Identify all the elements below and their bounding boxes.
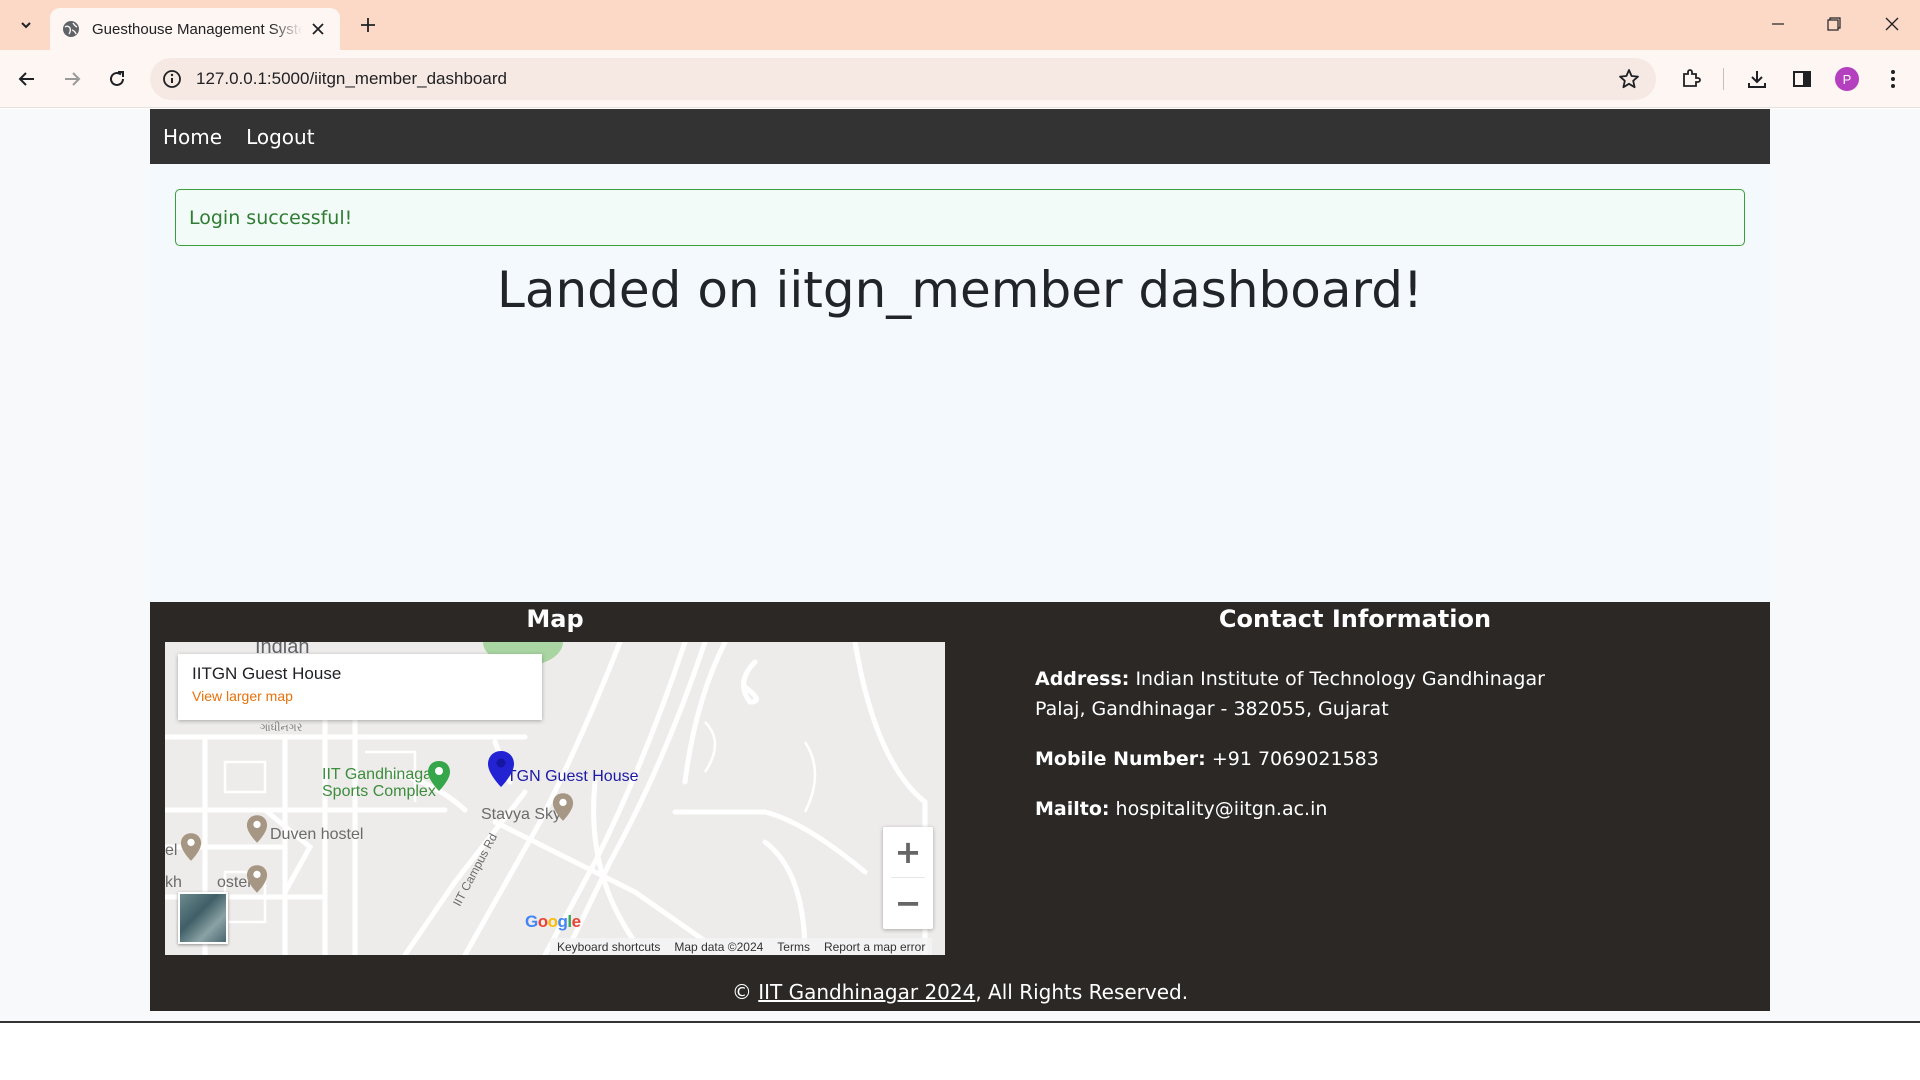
address-bar[interactable]: 127.0.0.1:5000/iitgn_member_dashboard: [150, 58, 1656, 100]
side-panel-icon[interactable]: [1786, 63, 1818, 95]
map-label-stavya[interactable]: Stavya Sky: [481, 806, 561, 824]
mailto-block: Mailto: hospitality@iitgn.ac.in: [1035, 794, 1545, 824]
satellite-toggle[interactable]: [178, 892, 228, 944]
contact-details: Address: Indian Institute of Technology …: [1035, 664, 1545, 844]
page-viewport: Home Logout Login successful! Landed on …: [0, 109, 1920, 1021]
close-icon[interactable]: [308, 19, 328, 39]
google-logo: Google: [525, 912, 581, 931]
view-larger-map-link[interactable]: View larger map: [192, 688, 528, 704]
mobile-block: Mobile Number: +91 7069021583: [1035, 744, 1545, 774]
terms-link[interactable]: Terms: [777, 940, 810, 954]
map-pin-hostel-icon[interactable]: [180, 832, 202, 862]
mailto-value[interactable]: hospitality@iitgn.ac.in: [1116, 798, 1328, 820]
map-label-duven[interactable]: Duven hostel: [270, 826, 363, 844]
address-line2: Palaj, Gandhinagar - 382055, Gujarat: [1035, 698, 1389, 720]
page-container: Home Logout Login successful! Landed on …: [150, 109, 1770, 1011]
tab-search-icon[interactable]: [10, 9, 42, 41]
embedded-map[interactable]: Indian ગાંધીનગર IIT Gandhinagar Sports Co…: [165, 642, 945, 955]
extensions-icon[interactable]: [1675, 63, 1707, 95]
address-label: Address:: [1035, 668, 1130, 690]
browser-toolbar: 127.0.0.1:5000/iitgn_member_dashboard P: [0, 50, 1920, 108]
map-label-sports-complex: IIT Gandhinagar Sports Complex: [322, 766, 437, 800]
page-bottom-border: [0, 1021, 1920, 1023]
map-data-text: Map data ©2024: [674, 939, 764, 954]
map-heading: Map: [526, 605, 584, 633]
page-title: Landed on iitgn_member dashboard!: [497, 261, 1423, 319]
map-pin-guest-house-icon[interactable]: [487, 750, 515, 788]
success-alert: Login successful!: [175, 189, 1745, 246]
avatar[interactable]: P: [1835, 67, 1859, 91]
copyright-text: , All Rights Reserved.: [975, 980, 1189, 1004]
report-error-link[interactable]: Report a map error: [824, 940, 925, 954]
kebab-menu-icon[interactable]: [1877, 63, 1909, 95]
restore-icon[interactable]: [1814, 8, 1854, 40]
top-navbar: Home Logout: [150, 109, 1770, 164]
browser-tab[interactable]: Guesthouse Management System: [50, 8, 340, 50]
map-zoom-control: + −: [883, 827, 933, 929]
back-icon[interactable]: [11, 63, 43, 95]
footer-contact-column: Contact Information Address: Indian Inst…: [960, 602, 1750, 820]
star-icon[interactable]: [1618, 68, 1640, 90]
map-pin-sports-icon[interactable]: [427, 760, 451, 792]
minimize-icon[interactable]: [1758, 8, 1798, 40]
site-info-icon[interactable]: [162, 69, 182, 89]
profile-avatar[interactable]: P: [1831, 63, 1863, 95]
globe-icon: [63, 21, 79, 37]
copyright-link[interactable]: IIT Gandhinagar 2024: [758, 980, 975, 1004]
browser-tab-strip: Guesthouse Management System: [0, 0, 1920, 50]
contact-heading: Contact Information: [1218, 605, 1492, 633]
nav-logout-link[interactable]: Logout: [246, 125, 314, 149]
map-card-title: IITGN Guest House: [192, 664, 342, 683]
map-info-card: IITGN Guest House View larger map: [178, 654, 542, 720]
nav-home-link[interactable]: Home: [163, 125, 222, 149]
map-attribution: Keyboard shortcuts Map data ©2024 Terms …: [550, 938, 933, 955]
zoom-in-button[interactable]: +: [883, 827, 933, 877]
mailto-label: Mailto:: [1035, 798, 1110, 820]
map-label-guest-house[interactable]: IITGN Guest House: [498, 768, 639, 786]
copyright: © IIT Gandhinagar 2024, All Rights Reser…: [150, 980, 1770, 1004]
address-line1: Indian Institute of Technology Gandhinag…: [1135, 668, 1545, 690]
address-block: Address: Indian Institute of Technology …: [1035, 664, 1545, 724]
keyboard-shortcuts-link[interactable]: Keyboard shortcuts: [557, 940, 660, 954]
footer: Map Indian ગાંધીનગર IIT Gandhinagar Spor…: [150, 602, 1770, 1011]
zoom-out-button[interactable]: −: [883, 878, 933, 928]
sports-line1: IIT Gandhinagar: [322, 766, 438, 783]
copyright-symbol: ©: [731, 980, 752, 1004]
plus-icon[interactable]: [352, 9, 384, 41]
forward-icon[interactable]: [56, 63, 88, 95]
download-icon[interactable]: [1741, 63, 1773, 95]
map-label-kh: kh: [165, 874, 182, 891]
footer-map-column: Map Indian ગાંધીનગર IIT Gandhinagar Spor…: [165, 602, 945, 955]
map-label-local: ગાંધીનગર: [260, 722, 303, 734]
map-pin-stavya-icon[interactable]: [552, 792, 574, 822]
map-label-el: el: [165, 842, 178, 859]
reload-icon[interactable]: [101, 63, 133, 95]
window-close-icon[interactable]: [1872, 8, 1912, 40]
mobile-value: +91 7069021583: [1211, 748, 1379, 770]
map-pin-ostel-icon[interactable]: [246, 864, 268, 894]
toolbar-divider: [1723, 68, 1724, 90]
tab-title: Guesthouse Management System: [92, 20, 302, 38]
mobile-label: Mobile Number:: [1035, 748, 1206, 770]
url-text[interactable]: 127.0.0.1:5000/iitgn_member_dashboard: [196, 69, 507, 89]
sports-line2: Sports Complex: [322, 783, 436, 800]
map-pin-duven-icon[interactable]: [246, 814, 268, 844]
